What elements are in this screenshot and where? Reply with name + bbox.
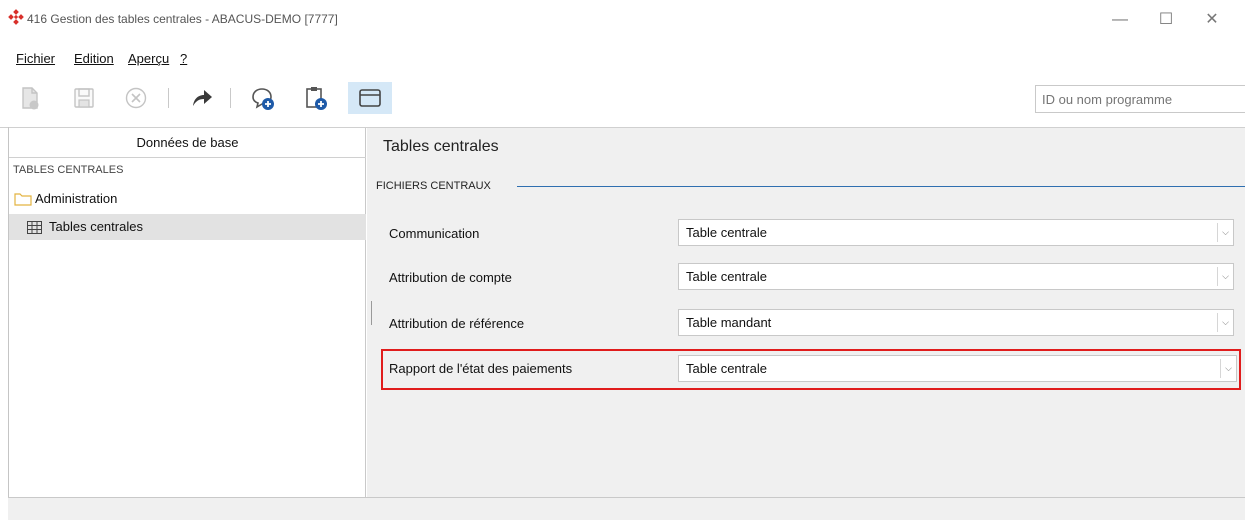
new-document-icon[interactable]: [14, 82, 46, 114]
toolbar-separator: [230, 88, 231, 108]
pane-splitter-handle[interactable]: [371, 301, 372, 325]
attribution-reference-select[interactable]: Table mandant ⌵: [678, 309, 1234, 336]
field-label-attribution-compte: Attribution de compte: [389, 270, 512, 285]
detail-pane: Tables centrales FICHIERS CENTRAUX Commu…: [367, 128, 1245, 497]
navigation-header: Données de base: [9, 128, 366, 158]
menu-help[interactable]: ?: [180, 51, 187, 66]
chevron-down-icon: ⌵: [1220, 359, 1236, 378]
status-bar: [8, 497, 1245, 520]
tree-item-administration[interactable]: Administration: [9, 186, 366, 212]
section-divider: [517, 186, 1245, 187]
folder-icon: [14, 193, 32, 206]
maximize-button[interactable]: ☐: [1143, 4, 1189, 36]
save-icon[interactable]: [68, 82, 100, 114]
table-grid-icon: [27, 221, 42, 234]
select-value: Table mandant: [686, 315, 772, 330]
comment-add-icon[interactable]: [246, 82, 278, 114]
field-label-communication: Communication: [389, 226, 480, 241]
clipboard-add-icon[interactable]: [300, 82, 332, 114]
communication-select[interactable]: Table centrale ⌵: [678, 219, 1234, 246]
navigation-pane: Données de base TABLES CENTRALES Adminis…: [9, 128, 366, 497]
select-value: Table centrale: [686, 269, 767, 284]
field-label-rapport-etat-paiements: Rapport de l'état des paiements: [389, 361, 573, 376]
close-button[interactable]: ✕: [1189, 4, 1235, 36]
chevron-down-icon: ⌵: [1217, 223, 1233, 242]
attribution-compte-select[interactable]: Table centrale ⌵: [678, 263, 1234, 290]
cancel-icon[interactable]: [120, 82, 152, 114]
minimize-button[interactable]: —: [1097, 4, 1143, 36]
menu-bar: Fichier Edition Aperçu ?: [0, 42, 1245, 68]
title-bar: 416 Gestion des tables centrales - ABACU…: [0, 0, 1245, 42]
menu-apercu[interactable]: Aperçu: [128, 51, 169, 66]
menu-fichier[interactable]: Fichier: [16, 51, 55, 66]
chevron-down-icon: ⌵: [1217, 313, 1233, 332]
select-value: Table centrale: [686, 361, 767, 376]
tree-item-label: Administration: [35, 191, 118, 206]
chevron-down-icon: ⌵: [1217, 267, 1233, 286]
navigation-section-label: TABLES CENTRALES: [13, 164, 124, 176]
abacus-logo-icon: [8, 9, 24, 25]
forward-icon[interactable]: [186, 82, 218, 114]
menu-edition[interactable]: Edition: [74, 51, 114, 66]
page-title: Tables centrales: [383, 138, 499, 155]
section-title: FICHIERS CENTRAUX: [376, 180, 499, 192]
program-search-input[interactable]: [1035, 85, 1245, 113]
field-label-attribution-reference: Attribution de référence: [389, 316, 525, 331]
tree-item-label: Tables centrales: [49, 219, 143, 234]
window-title: 416 Gestion des tables centrales - ABACU…: [27, 12, 338, 26]
tree-item-tables-centrales[interactable]: Tables centrales: [9, 214, 366, 240]
select-value: Table centrale: [686, 225, 767, 240]
rapport-etat-paiements-select[interactable]: Table centrale ⌵: [678, 355, 1237, 382]
toolbar-separator: [168, 88, 169, 108]
window-icon[interactable]: [348, 82, 392, 114]
